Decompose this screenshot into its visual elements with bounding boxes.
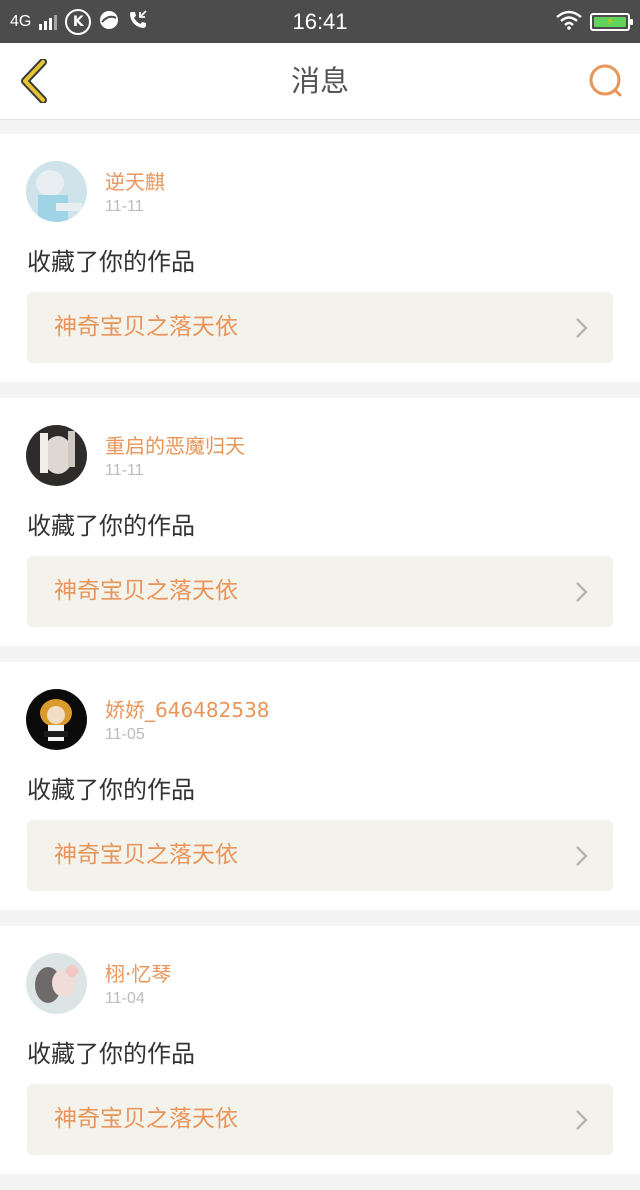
page-title: 消息 <box>290 64 349 98</box>
avatar[interactable] <box>26 689 87 750</box>
avatar[interactable] <box>26 425 87 486</box>
message-card: 逆天麒 11-11 收藏了你的作品 神奇宝贝之落天依 <box>0 134 640 382</box>
search-icon <box>589 64 622 97</box>
work-link[interactable]: 神奇宝贝之落天依 <box>27 292 613 363</box>
message-text: 收藏了你的作品 <box>27 1040 195 1068</box>
status-right: ⚡ <box>556 0 633 43</box>
clock: 16:41 <box>292 9 348 34</box>
work-title: 神奇宝贝之落天依 <box>54 1106 238 1132</box>
work-link[interactable]: 神奇宝贝之落天依 <box>27 820 613 891</box>
battery-charging-icon: ⚡ <box>594 16 626 27</box>
username[interactable]: 逆天麒 <box>105 166 165 195</box>
back-button[interactable] <box>14 57 54 105</box>
avatar[interactable] <box>26 161 87 222</box>
username[interactable]: 娇娇_646482538 <box>105 694 270 723</box>
message-card: 重启的恶魔归天 11-11 收藏了你的作品 神奇宝贝之落天依 <box>0 398 640 646</box>
work-title: 神奇宝贝之落天依 <box>54 314 238 340</box>
message-text: 收藏了你的作品 <box>27 776 195 804</box>
message-date: 11-11 <box>105 462 144 479</box>
chevron-right-icon <box>576 318 588 338</box>
message-list: 逆天麒 11-11 收藏了你的作品 神奇宝贝之落天依 重启的恶魔归天 11-11… <box>0 134 640 1190</box>
work-title: 神奇宝贝之落天依 <box>54 578 238 604</box>
message-date: 11-11 <box>105 198 144 215</box>
chevron-left-icon <box>21 59 47 103</box>
chevron-right-icon <box>576 1110 588 1130</box>
message-card: 娇娇_646482538 11-05 收藏了你的作品 神奇宝贝之落天依 <box>0 662 640 910</box>
wifi-icon <box>556 10 582 34</box>
username[interactable]: 栩·忆琴 <box>105 958 171 987</box>
message-date: 11-05 <box>105 726 145 743</box>
work-link[interactable]: 神奇宝贝之落天依 <box>27 556 613 627</box>
chevron-right-icon <box>576 582 588 602</box>
status-bar: 4G K 16:41 ⚡ <box>0 0 640 43</box>
nav-bar: 消息 <box>0 43 640 120</box>
message-text: 收藏了你的作品 <box>27 512 195 540</box>
message-text: 收藏了你的作品 <box>27 248 195 276</box>
avatar[interactable] <box>26 953 87 1014</box>
battery-icon: ⚡ <box>590 12 633 31</box>
work-link[interactable]: 神奇宝贝之落天依 <box>27 1084 613 1155</box>
chevron-right-icon <box>576 846 588 866</box>
message-date: 11-04 <box>105 990 145 1007</box>
username[interactable]: 重启的恶魔归天 <box>105 430 245 459</box>
search-button[interactable] <box>586 61 626 101</box>
work-title: 神奇宝贝之落天依 <box>54 842 238 868</box>
message-card: 栩·忆琴 11-04 收藏了你的作品 神奇宝贝之落天依 <box>0 926 640 1174</box>
